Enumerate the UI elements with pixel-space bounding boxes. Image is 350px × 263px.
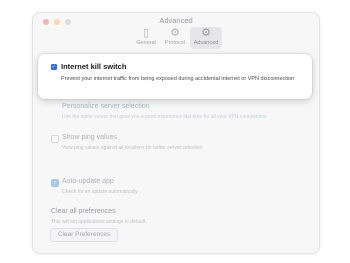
auto-update-checkbox[interactable]: ✓ — [51, 179, 59, 187]
kill-switch-description: Prevent your internet traffic from being… — [61, 76, 295, 82]
kill-switch-title: Internet kill switch — [61, 62, 127, 71]
ping-title: Show ping values — [62, 134, 117, 141]
gear-icon: ⚙ — [170, 27, 180, 39]
tab-protocol-label: Protocol — [164, 40, 186, 46]
tab-advanced[interactable]: ⚙ Advanced — [190, 27, 222, 49]
preferences-window: Advanced ▯ General ⚙ Protocol ⚙ Advanced… — [32, 12, 320, 254]
clear-description: This will set applications settings to d… — [51, 219, 147, 225]
clear-preferences-button[interactable]: Clear Preferences — [50, 228, 118, 242]
tab-general-label: General — [136, 40, 156, 46]
clear-title: Clear all preferences — [51, 208, 116, 215]
tab-protocol[interactable]: ⚙ Protocol — [160, 27, 190, 49]
auto-update-title: Auto-update app — [62, 178, 114, 185]
personalize-description: Use the same server that gave you a good… — [62, 114, 267, 120]
auto-update-description: Check for an update automatically — [62, 189, 138, 195]
kill-switch-card: ✓ Internet kill switch Prevent your inte… — [38, 54, 312, 99]
ping-description: View ping values against all locations f… — [62, 145, 203, 151]
window-title: Advanced — [159, 16, 193, 25]
personalize-title: Personalize server selection — [62, 103, 150, 110]
kill-switch-checkbox[interactable]: ✓ — [51, 64, 57, 70]
phone-icon: ▯ — [142, 27, 150, 39]
ping-checkbox[interactable] — [51, 135, 59, 143]
tab-advanced-label: Advanced — [193, 40, 219, 46]
gears-icon: ⚙ — [201, 27, 211, 39]
tab-general[interactable]: ▯ General — [133, 27, 159, 49]
